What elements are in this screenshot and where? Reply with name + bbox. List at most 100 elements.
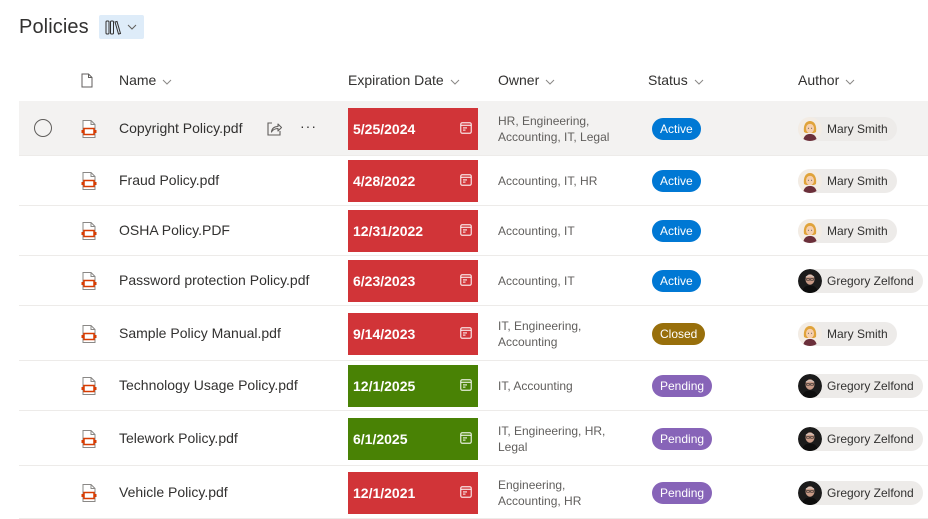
chevron-down-icon — [694, 72, 704, 88]
author-persona[interactable]: Mary Smith — [798, 116, 897, 141]
file-name-link[interactable]: Sample Policy Manual.pdf — [119, 325, 281, 341]
calendar-icon — [460, 223, 472, 239]
row-select-checkbox[interactable] — [34, 118, 52, 137]
column-name-label: Name — [119, 72, 157, 88]
expiration-date-cell[interactable]: 6/1/2025 — [348, 417, 478, 460]
document-icon[interactable] — [81, 73, 93, 88]
calendar-icon — [460, 273, 472, 289]
pdf-file-icon — [79, 324, 99, 344]
more-actions-button[interactable]: ··· — [300, 118, 317, 134]
avatar — [798, 426, 822, 451]
pdf-file-icon — [79, 119, 99, 139]
calendar-icon — [460, 431, 472, 447]
table-row[interactable]: Technology Usage Policy.pdf 12/1/2025 IT… — [19, 361, 928, 411]
author-persona[interactable]: Mary Smith — [798, 321, 897, 346]
author-persona[interactable]: Gregory Zelfond — [798, 374, 923, 398]
author-name: Mary Smith — [827, 224, 888, 238]
file-name-link[interactable]: Password protection Policy.pdf — [119, 272, 309, 288]
expiration-date-value: 9/14/2023 — [353, 325, 416, 342]
table-row[interactable]: Sample Policy Manual.pdf 9/14/2023 IT, E… — [19, 306, 928, 361]
author-name: Gregory Zelfond — [827, 485, 914, 500]
author-persona[interactable]: Gregory Zelfond — [798, 480, 923, 505]
author-persona[interactable]: Mary Smith — [798, 169, 897, 193]
calendar-icon — [460, 378, 472, 394]
author-persona[interactable]: Gregory Zelfond — [798, 269, 923, 293]
view-switcher-button[interactable] — [98, 15, 144, 39]
pdf-file-icon — [79, 483, 99, 503]
author-persona[interactable]: Gregory Zelfond — [798, 426, 923, 451]
file-name-link[interactable]: OSHA Policy.PDF — [119, 222, 230, 238]
column-header-status[interactable]: Status — [648, 72, 704, 88]
avatar — [798, 169, 822, 193]
table-row[interactable]: Vehicle Policy.pdf 12/1/2021 Engineering… — [19, 466, 928, 519]
column-owner-label: Owner — [498, 72, 540, 88]
author-name: Gregory Zelfond — [827, 274, 914, 288]
expiration-date-value: 6/23/2023 — [353, 273, 416, 289]
column-header-owner[interactable]: Owner — [498, 72, 555, 88]
column-header-author[interactable]: Author — [798, 72, 855, 88]
owner-value: IT, Engineering, HR, Legal — [498, 423, 606, 454]
calendar-icon — [460, 485, 472, 501]
chevron-down-icon — [545, 72, 555, 88]
avatar — [798, 116, 822, 141]
status-badge: Pending — [652, 375, 713, 397]
status-badge: Closed — [652, 322, 706, 345]
expiration-date-value: 12/1/2025 — [353, 378, 416, 394]
page-title: Policies — [19, 15, 89, 38]
title-bar: Policies — [19, 14, 144, 40]
pdf-file-icon — [79, 376, 99, 396]
chevron-down-icon — [162, 72, 172, 88]
column-header-expiration-date[interactable]: Expiration Date — [348, 72, 460, 88]
table-row[interactable]: Password protection Policy.pdf 6/23/2023… — [19, 256, 928, 306]
author-name: Mary Smith — [827, 326, 888, 341]
expiration-date-cell[interactable]: 5/25/2024 — [348, 107, 478, 150]
share-icon[interactable] — [265, 120, 283, 138]
file-name-link[interactable]: Fraud Policy.pdf — [119, 172, 219, 188]
table-row[interactable]: OSHA Policy.PDF 12/31/2022 Accounting, I… — [19, 206, 928, 256]
pdf-file-icon — [79, 221, 99, 241]
avatar — [798, 269, 822, 293]
column-author-label: Author — [798, 72, 840, 88]
status-badge: Pending — [652, 427, 713, 450]
expiration-date-cell[interactable]: 4/28/2022 — [348, 160, 478, 202]
expiration-date-cell[interactable]: 9/14/2023 — [348, 312, 478, 355]
expiration-date-cell[interactable]: 6/23/2023 — [348, 260, 478, 302]
column-header-row: Name Expiration Date Owner Status Author — [19, 60, 928, 100]
pdf-file-icon — [79, 171, 99, 191]
author-persona[interactable]: Mary Smith — [798, 219, 897, 243]
column-expiration-label: Expiration Date — [348, 72, 444, 88]
file-name-link[interactable]: Copyright Policy.pdf — [119, 120, 242, 136]
table-row[interactable]: Fraud Policy.pdf 4/28/2022 Accounting, I… — [19, 156, 928, 206]
column-header-name[interactable]: Name — [119, 72, 172, 88]
status-badge: Active — [652, 220, 701, 242]
author-name: Mary Smith — [827, 174, 888, 188]
avatar — [798, 321, 822, 346]
document-list: Copyright Policy.pdf ··· 5/25/2024 HR, E… — [19, 101, 928, 519]
file-name-link[interactable]: Telework Policy.pdf — [119, 430, 238, 446]
table-row[interactable]: Copyright Policy.pdf ··· 5/25/2024 HR, E… — [19, 101, 928, 156]
status-badge: Pending — [652, 481, 713, 504]
expiration-date-value: 12/1/2021 — [353, 484, 416, 501]
author-name: Gregory Zelfond — [827, 379, 914, 393]
expiration-date-cell[interactable]: 12/1/2021 — [348, 471, 478, 514]
author-name: Gregory Zelfond — [827, 431, 914, 446]
owner-value: Accounting, IT — [498, 224, 575, 238]
owner-value: IT, Engineering, Accounting — [498, 318, 582, 349]
expiration-date-cell[interactable]: 12/31/2022 — [348, 210, 478, 252]
owner-value: Accounting, IT — [498, 274, 575, 288]
author-name: Mary Smith — [827, 121, 888, 136]
expiration-date-value: 12/31/2022 — [353, 223, 424, 239]
avatar — [798, 219, 822, 243]
file-name-link[interactable]: Vehicle Policy.pdf — [119, 484, 228, 500]
status-badge: Active — [652, 270, 701, 292]
calendar-icon — [460, 326, 472, 342]
expiration-date-cell[interactable]: 12/1/2025 — [348, 365, 478, 407]
owner-value: Engineering, Accounting, HR — [498, 477, 582, 508]
owner-value: IT, Accounting — [498, 379, 573, 393]
owner-value: Accounting, IT, HR — [498, 174, 598, 188]
column-status-label: Status — [648, 72, 688, 88]
status-badge: Active — [652, 117, 701, 140]
avatar — [798, 480, 822, 505]
table-row[interactable]: Telework Policy.pdf 6/1/2025 IT, Enginee… — [19, 411, 928, 466]
file-name-link[interactable]: Technology Usage Policy.pdf — [119, 377, 298, 393]
